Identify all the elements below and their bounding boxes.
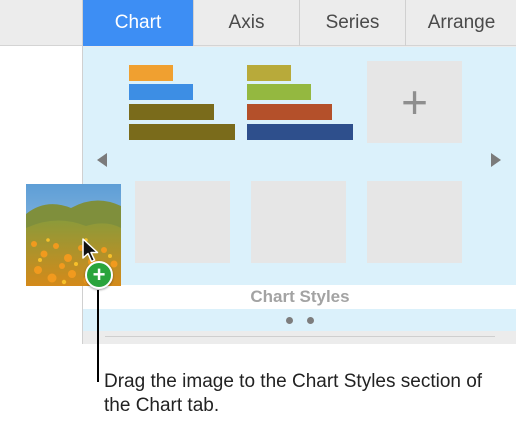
chart-styles-label: Chart Styles [83,285,516,309]
style-2-bar-3 [247,104,332,120]
chart-style-thumbnail-2[interactable] [245,61,355,143]
chevron-left-icon[interactable] [97,153,107,167]
style-2-bar-1 [247,65,291,81]
style-2-bar-4 [247,124,353,140]
chart-style-slot-empty-2[interactable] [251,181,346,263]
style-1-bar-3 [129,104,214,120]
window-toolbar-area [0,0,82,46]
style-2-bar-2 [247,84,311,100]
callout-line [97,290,99,382]
style-1-bar-4 [129,124,235,140]
chart-styles-section: + [83,47,516,285]
page-dot-2[interactable] [307,316,314,324]
format-inspector: Chart Axis Series Arrange + Chart Styles [82,0,516,344]
add-chart-style-button[interactable]: + [367,61,462,143]
page-indicator [83,309,516,331]
chart-style-slot-empty-1[interactable] [135,181,230,263]
chart-style-slot-empty-3[interactable] [367,181,462,263]
tab-arrange[interactable]: Arrange [406,0,516,46]
chevron-right-icon[interactable] [491,153,501,167]
tab-chart[interactable]: Chart [83,0,194,46]
style-1-bar-2 [129,84,193,100]
tab-axis[interactable]: Axis [194,0,300,46]
page-dot-1[interactable] [286,316,293,324]
plus-icon: + [401,76,428,128]
chart-style-thumbnail-1[interactable] [127,61,237,143]
style-1-bar-1 [129,65,173,81]
instruction-caption: Drag the image to the Chart Styles secti… [104,371,483,416]
inspector-tabs: Chart Axis Series Arrange [83,0,516,46]
plus-circle-icon: + [85,261,113,289]
tab-series[interactable]: Series [300,0,406,46]
section-divider [105,336,495,337]
